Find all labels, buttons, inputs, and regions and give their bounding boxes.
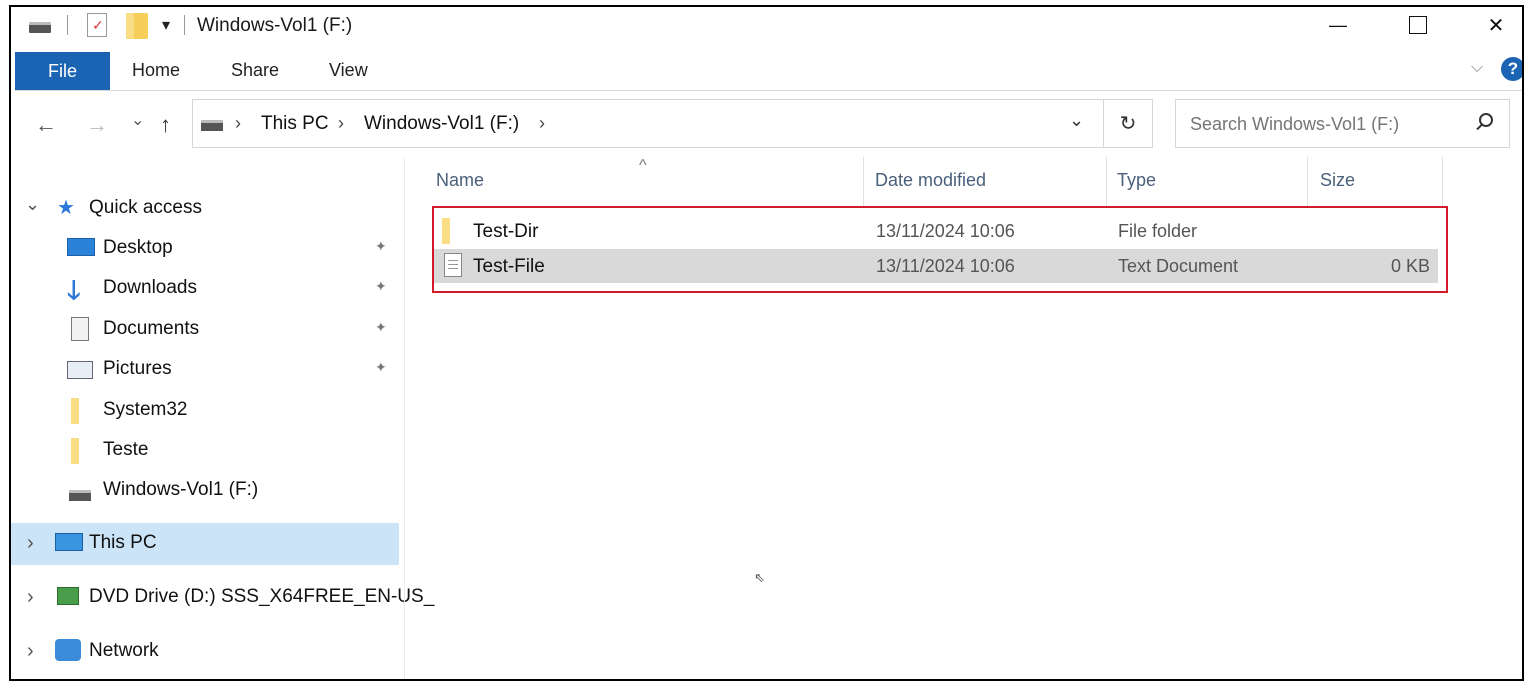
sort-ascending-icon: ^ (639, 157, 647, 174)
window-title: Windows-Vol1 (F:) (197, 15, 353, 36)
drive-icon (69, 490, 91, 501)
up-button[interactable]: ↑ (160, 112, 171, 138)
customize-toolbar-icon[interactable]: ▾ (162, 15, 170, 35)
breadcrumb-this-pc[interactable]: This PC (261, 113, 329, 135)
address-dropdown-icon[interactable]: ⌄ (1069, 110, 1084, 131)
mouse-cursor-icon: ⇖ (754, 570, 765, 585)
nav-label: Desktop (103, 237, 173, 258)
nav-label: Documents (103, 318, 200, 339)
maximize-icon (1409, 16, 1427, 34)
expand-chevron-icon[interactable]: › (27, 640, 34, 663)
nav-item-documents[interactable]: Documents ✦ (11, 309, 399, 349)
nav-label: DVD Drive (D:) SSS_X64FREE_EN-US_ (89, 586, 435, 607)
pane-divider[interactable] (404, 157, 405, 679)
nav-label: Teste (103, 439, 149, 460)
pin-icon[interactable]: ✦ (375, 359, 387, 376)
nav-label: Windows-Vol1 (F:) (103, 479, 259, 500)
minimize-icon: — (1329, 14, 1347, 35)
pictures-icon (67, 361, 93, 379)
collapse-chevron-icon[interactable]: ⌄ (25, 194, 40, 215)
help-icon[interactable]: ? (1501, 57, 1522, 81)
column-header-date-modified[interactable]: Date modified (875, 170, 986, 191)
address-bar[interactable]: › This PC › Windows-Vol1 (F:) › ⌄ (192, 99, 1104, 148)
new-folder-icon[interactable] (126, 13, 148, 39)
tab-file[interactable]: File (15, 52, 110, 91)
documents-icon (71, 317, 89, 341)
expand-chevron-icon[interactable]: › (27, 532, 34, 555)
properties-icon[interactable]: ✓ (87, 13, 107, 37)
ribbon-divider (15, 90, 1522, 91)
red-highlight-box (432, 206, 1448, 293)
column-header-name[interactable]: Name (436, 170, 484, 191)
breadcrumb-windows-vol1[interactable]: Windows-Vol1 (F:) (364, 113, 519, 135)
nav-item-system32[interactable]: System32 (11, 390, 399, 430)
nav-item-downloads[interactable]: 🡓 Downloads ✦ (11, 268, 399, 308)
dvd-drive-icon (57, 587, 79, 605)
close-button[interactable]: ✕ (1459, 7, 1522, 43)
nav-item-teste[interactable]: Teste (11, 430, 399, 470)
nav-item-pictures[interactable]: Pictures ✦ (11, 349, 399, 389)
nav-label: Pictures (103, 358, 172, 379)
column-divider[interactable] (1307, 157, 1308, 207)
nav-label: Quick access (89, 197, 202, 218)
breadcrumb-separator[interactable]: › (235, 113, 241, 134)
nav-item-windows-vol1[interactable]: Windows-Vol1 (F:) (11, 470, 399, 510)
column-divider[interactable] (863, 157, 864, 207)
maximize-button[interactable] (1381, 7, 1455, 43)
refresh-button[interactable]: ↻ (1103, 99, 1153, 148)
tab-home[interactable]: Home (132, 60, 180, 81)
close-icon: ✕ (1487, 14, 1505, 37)
network-icon (55, 639, 81, 661)
star-icon: ★ (57, 197, 75, 219)
recent-locations-button[interactable]: ⌄ (131, 110, 144, 130)
tab-view[interactable]: View (329, 60, 368, 81)
column-divider[interactable] (1106, 157, 1107, 207)
tab-share[interactable]: Share (231, 60, 279, 81)
drive-icon[interactable] (29, 22, 51, 33)
nav-label: System32 (103, 399, 188, 420)
nav-label: This PC (89, 532, 157, 553)
search-input[interactable] (1188, 110, 1472, 138)
pin-icon[interactable]: ✦ (375, 238, 387, 255)
expand-ribbon-icon[interactable]: ⌵ (1471, 59, 1483, 77)
nav-dvd-drive[interactable]: › DVD Drive (D:) SSS_X64FREE_EN-US_ (11, 577, 434, 617)
pin-icon[interactable]: ✦ (375, 319, 387, 336)
refresh-icon: ↻ (1119, 113, 1137, 135)
nav-label: Downloads (103, 277, 197, 298)
search-icon[interactable] (1476, 113, 1493, 131)
breadcrumb-separator[interactable]: › (338, 113, 344, 134)
nav-item-desktop[interactable]: Desktop ✦ (11, 228, 399, 268)
pin-icon[interactable]: ✦ (375, 278, 387, 295)
nav-label: Network (89, 640, 159, 661)
nav-quick-access[interactable]: ⌄ ★ Quick access (11, 188, 399, 228)
nav-this-pc[interactable]: › This PC (11, 523, 399, 565)
column-header-size[interactable]: Size (1320, 170, 1355, 191)
explorer-window: ✓ ▾ Windows-Vol1 (F:) — ✕ File Home Shar… (9, 5, 1524, 681)
computer-icon (55, 533, 83, 551)
drive-icon (201, 120, 223, 131)
forward-button[interactable]: → (86, 112, 108, 138)
desktop-icon (67, 238, 95, 256)
column-header-type[interactable]: Type (1117, 170, 1156, 191)
search-box[interactable] (1175, 99, 1510, 148)
breadcrumb-separator[interactable]: › (539, 113, 545, 134)
back-button[interactable]: ← (35, 112, 57, 138)
expand-chevron-icon[interactable]: › (27, 586, 34, 609)
column-divider[interactable] (1442, 157, 1443, 207)
nav-network[interactable]: › Network (11, 631, 399, 671)
minimize-button[interactable]: — (1301, 7, 1375, 43)
